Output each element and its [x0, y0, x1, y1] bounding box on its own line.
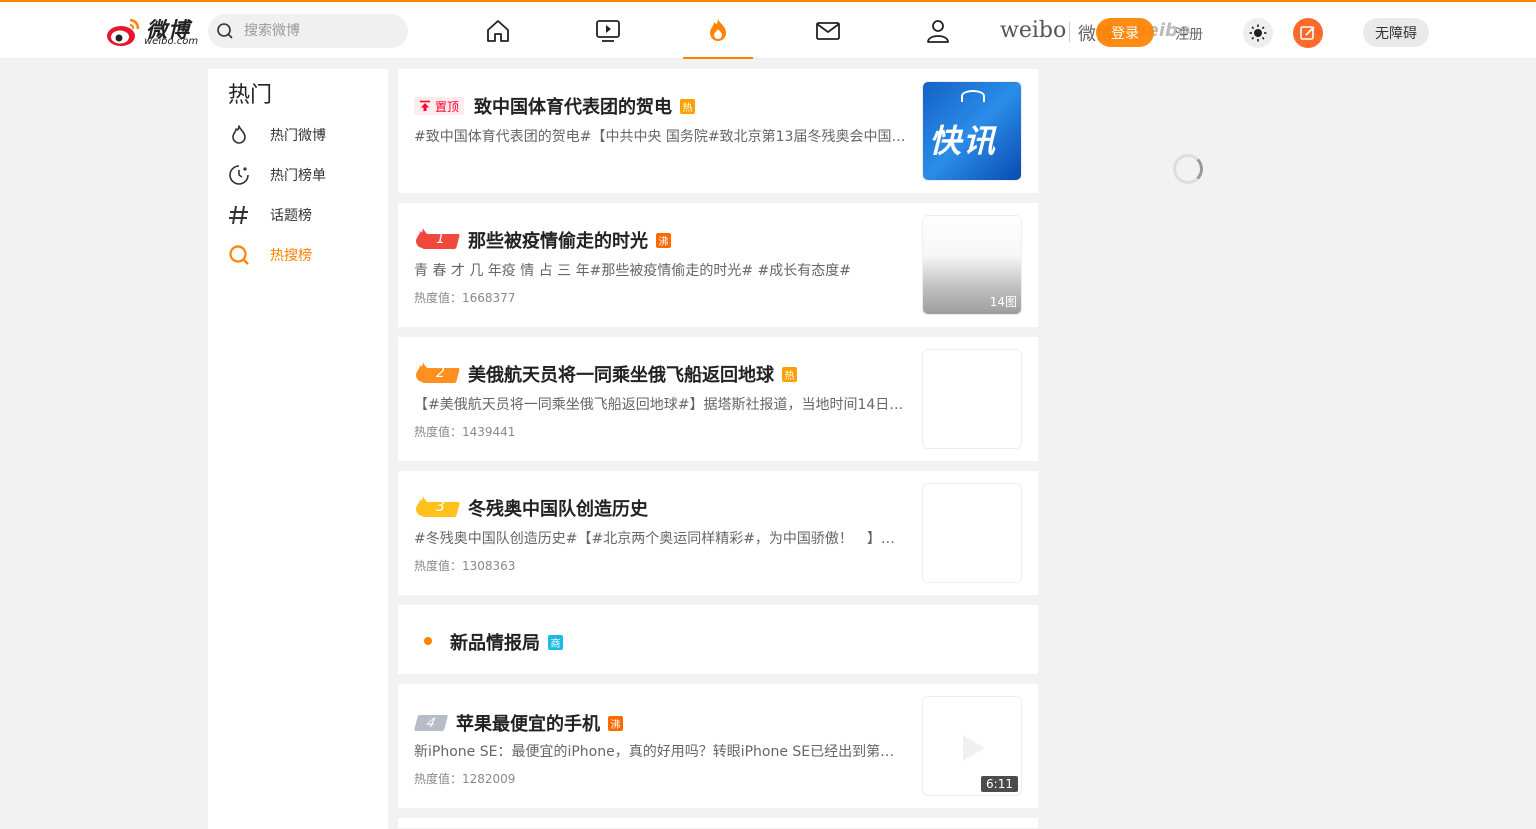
- video-duration: 6:11: [981, 776, 1018, 792]
- weibo-eye-icon: [107, 18, 140, 46]
- feed-card-next[interactable]: [398, 818, 1038, 828]
- feed-card-rank-1[interactable]: 1 那些被疫情偷走的时光 沸 青 春 才 几 年疫 情 占 三 年#那些被疫情偷…: [398, 203, 1038, 327]
- feed-section-header[interactable]: 新品情报局 商: [398, 605, 1038, 674]
- nav-messages[interactable]: [793, 2, 863, 59]
- boil-tag: 沸: [656, 232, 671, 248]
- home-icon: [487, 19, 509, 42]
- feed-card-rank-2[interactable]: 2 美俄航天员将一同乘坐俄飞船返回地球 热 【#美俄航天员将一同乘坐俄飞船返回地…: [398, 337, 1038, 461]
- heat-value: 热度值：1282009: [414, 772, 516, 786]
- section-title-row: 新品情报局 商: [440, 629, 563, 655]
- hot-tag: 热: [680, 98, 696, 114]
- rank-badge: 3: [414, 496, 461, 519]
- sidebar-item-hot-list[interactable]: 热门榜单: [228, 161, 378, 189]
- sidebar-item-label: 话题榜: [270, 208, 312, 224]
- card-title-row: 4 苹果最便宜的手机 沸: [413, 710, 623, 736]
- card-thumbnail[interactable]: [922, 483, 1022, 583]
- pinned-badge: 置顶: [414, 97, 465, 115]
- nav-hot[interactable]: [683, 2, 753, 59]
- sidebar-item-hot-weibo[interactable]: 热门微博: [228, 121, 378, 149]
- clock-rank-icon: [229, 165, 249, 185]
- rank-badge: 1: [414, 228, 461, 251]
- card-thumbnail[interactable]: 快讯: [922, 81, 1022, 181]
- play-icon: [963, 735, 985, 761]
- hashtag-icon: [229, 205, 248, 225]
- video-thumbnail[interactable]: 6:11: [922, 696, 1022, 796]
- rank-badge-plain: 4: [413, 715, 449, 731]
- card-description[interactable]: 青 春 才 几 年疫 情 占 三 年#那些被疫情偷走的时光# #成长有态度#: [414, 260, 908, 280]
- nav-profile[interactable]: [903, 2, 973, 59]
- photo-thumb: 14图: [923, 216, 1021, 314]
- compose-button[interactable]: [1293, 18, 1323, 48]
- register-link[interactable]: 注册: [1175, 24, 1203, 44]
- heat-value: 热度值：1439441: [414, 425, 516, 439]
- edit-icon: [1300, 26, 1315, 40]
- pin-top-icon: [420, 100, 430, 111]
- feed-card-rank-3[interactable]: 3 冬残奥中国队创造历史 #冬残奥中国队创造历史#【#北京两个奥运同样精彩#，为…: [398, 471, 1038, 595]
- nav-home[interactable]: [463, 2, 533, 59]
- card-title[interactable]: 那些被疫情偷走的时光: [468, 227, 648, 253]
- feed-card-pinned[interactable]: 置顶 致中国体育代表团的贺电 热 #致中国体育代表团的贺电#【中共中央 国务院#…: [398, 69, 1038, 193]
- card-title-row: 3 冬残奥中国队创造历史: [414, 495, 648, 521]
- card-title[interactable]: 苹果最便宜的手机: [456, 710, 600, 736]
- card-description[interactable]: 【#美俄航天员将一同乘坐俄飞船返回地球#】据塔斯社报道，当地时间14日，俄罗斯国…: [414, 394, 908, 414]
- sidebar-item-hot-search[interactable]: 热搜榜: [228, 241, 378, 269]
- kuaixun-text: 快讯: [929, 122, 998, 160]
- search-box[interactable]: [208, 14, 408, 48]
- rank-badge: 2: [414, 362, 461, 385]
- search-icon: [217, 23, 233, 39]
- kuaixun-image: 快讯: [923, 82, 1021, 180]
- theme-toggle-button[interactable]: [1243, 18, 1273, 48]
- boil-tag: 沸: [608, 715, 623, 731]
- card-title[interactable]: 冬残奥中国队创造历史: [468, 495, 648, 521]
- card-title[interactable]: 美俄航天员将一同乘坐俄飞船返回地球: [468, 361, 774, 387]
- card-description[interactable]: 新iPhone SE：最便宜的iPhone，真的好用吗？转眼iPhone SE已…: [414, 741, 908, 761]
- card-title-row: 2 美俄航天员将一同乘坐俄飞船返回地球 热: [414, 361, 797, 387]
- user-icon: [927, 19, 949, 43]
- image-count: 14图: [989, 295, 1017, 309]
- flame-outline-icon: [232, 125, 246, 144]
- card-title-row: 置顶 致中国体育代表团的贺电 热: [414, 93, 696, 119]
- nav-video[interactable]: [573, 2, 643, 59]
- feed-card-rank-4[interactable]: 4 苹果最便宜的手机 沸 新iPhone SE：最便宜的iPhone，真的好用吗…: [398, 684, 1038, 808]
- hot-tag: 热: [782, 366, 797, 382]
- card-title-row: 1 那些被疫情偷走的时光 沸: [414, 227, 671, 253]
- card-thumbnail[interactable]: 14图: [922, 215, 1022, 315]
- sun-icon: [1249, 24, 1267, 42]
- sidebar-item-topics[interactable]: 话题榜: [228, 201, 378, 229]
- mail-icon: [816, 21, 840, 40]
- section-dot: [424, 637, 432, 645]
- search-input[interactable]: [242, 22, 392, 40]
- left-sidebar: 热门 热门微博 热门榜单 话题榜 热搜榜: [208, 69, 388, 829]
- section-title[interactable]: 新品情报局: [450, 629, 540, 655]
- heat-value: 热度值：1668377: [414, 291, 516, 305]
- rank-number: 1: [436, 231, 445, 247]
- business-tag: 商: [548, 634, 563, 650]
- sidebar-item-label: 热门榜单: [270, 168, 326, 184]
- brand-wordmark-en: weibo: [1000, 18, 1067, 43]
- heat-value: 热度值：1308363: [414, 559, 516, 573]
- accessibility-button[interactable]: 无障碍: [1363, 18, 1429, 47]
- fire-icon: [710, 18, 726, 41]
- weibo-logo[interactable]: 微博 weibo.com: [106, 14, 198, 48]
- loading-spinner: [1173, 154, 1203, 184]
- card-description[interactable]: #冬残奥中国队创造历史#【#北京两个奥运同样精彩#，为中国骄傲！ 】北京冬残奥会…: [414, 528, 908, 548]
- card-description[interactable]: #致中国体育代表团的贺电#【中共中央 国务院#致北京第13届冬残奥会中国体育代表…: [414, 126, 908, 146]
- card-title[interactable]: 致中国体育代表团的贺电: [474, 93, 672, 119]
- sidebar-item-label: 热门微博: [270, 128, 326, 144]
- brand-divider: [1069, 22, 1070, 42]
- video-icon: [596, 19, 620, 42]
- logo-subtext: weibo.com: [144, 36, 199, 47]
- sidebar-item-label: 热搜榜: [270, 248, 312, 264]
- card-thumbnail[interactable]: [922, 349, 1022, 449]
- rank-number: 2: [436, 365, 445, 381]
- search-hot-icon: [229, 245, 249, 265]
- login-button[interactable]: 登录: [1096, 18, 1154, 47]
- top-bar: 微博 weibo.com 搜索微博 weibo weibo 登录 注册 无障碍: [0, 0, 1536, 59]
- pinned-badge-label: 置顶: [435, 99, 460, 114]
- sidebar-title: 热门: [228, 83, 273, 108]
- rank-number: 3: [436, 499, 445, 515]
- games-emblem: [961, 90, 985, 102]
